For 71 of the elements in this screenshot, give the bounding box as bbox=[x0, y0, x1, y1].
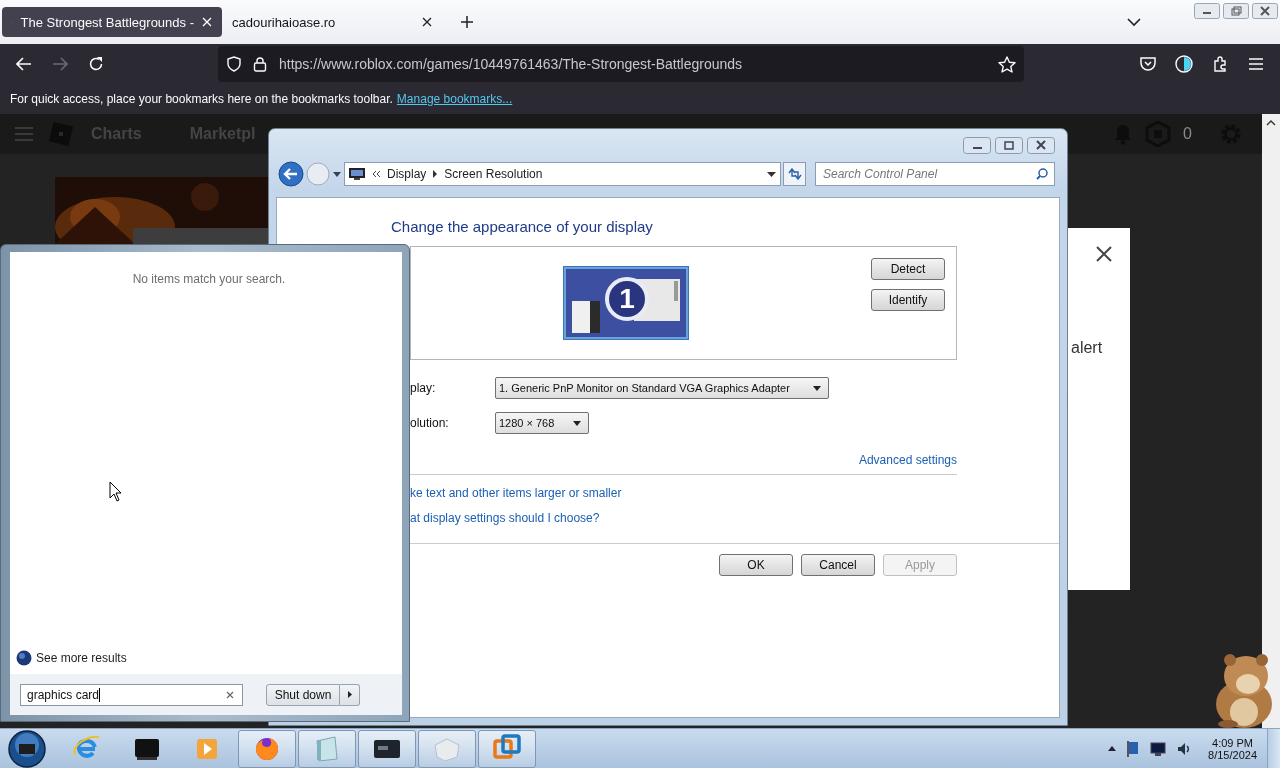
close-icon[interactable] bbox=[1252, 3, 1278, 19]
currency-count: 0 bbox=[1183, 125, 1192, 143]
empty-message: No items match your search. bbox=[131, 272, 287, 286]
triangle-right-icon bbox=[347, 691, 352, 698]
new-tab-icon[interactable] bbox=[460, 15, 474, 29]
options-arrow-button[interactable] bbox=[340, 683, 360, 706]
pocket-icon[interactable] bbox=[1140, 57, 1156, 71]
mouse-cursor-icon bbox=[109, 481, 122, 502]
lock-icon[interactable] bbox=[253, 56, 267, 72]
browser-tab[interactable]: The Strongest Battlegrounds - bbox=[2, 7, 222, 37]
clock[interactable]: 4:09 PM 8/15/2024 bbox=[1208, 736, 1257, 761]
refresh-button[interactable] bbox=[783, 162, 806, 186]
dropdown[interactable]: 1. Generic PnP Monitor on Standard VGA Graphics Adapter bbox=[495, 377, 829, 399]
scroll-up-icon[interactable] bbox=[1266, 120, 1276, 126]
search-icon bbox=[1036, 168, 1048, 180]
help-link[interactable]: at display settings should I choose? bbox=[410, 511, 600, 525]
field-label: play: bbox=[410, 381, 437, 395]
shut-down-button[interactable]: Shut down bbox=[266, 683, 340, 706]
search-field[interactable]: Search Control Panel bbox=[815, 162, 1055, 186]
reload-icon[interactable] bbox=[88, 56, 104, 72]
breadcrumb-item[interactable]: Display bbox=[387, 167, 427, 181]
help-link[interactable]: ke text and other items larger or smaller bbox=[410, 486, 622, 500]
close-icon[interactable] bbox=[422, 17, 432, 27]
dropdown[interactable]: 1280 × 768 bbox=[495, 412, 589, 434]
refresh-icon bbox=[787, 168, 802, 180]
see-more-results-link[interactable]: See more results bbox=[16, 650, 127, 666]
display-thumbnail[interactable]: 1 bbox=[563, 266, 689, 340]
star-icon[interactable] bbox=[998, 55, 1016, 73]
bookmarks-hint: For quick access, place your bookmarks here on the bookmarks toolbar. bbox=[10, 92, 393, 106]
breadcrumb-item[interactable]: Screen Resolution bbox=[444, 167, 543, 181]
address-bar[interactable]: Display Screen Resolution bbox=[344, 162, 781, 186]
globe-icon bbox=[16, 650, 32, 666]
dialog-text: alert bbox=[1071, 339, 1103, 357]
shield-icon[interactable] bbox=[227, 56, 241, 72]
forward-arrow-icon[interactable] bbox=[52, 57, 68, 71]
breadcrumb-arrow-icon bbox=[432, 170, 439, 178]
network-monitor-icon[interactable] bbox=[1150, 741, 1167, 756]
close-icon[interactable] bbox=[1096, 246, 1112, 262]
search-field[interactable]: graphics card bbox=[20, 683, 243, 706]
puzzle-icon[interactable] bbox=[1212, 56, 1228, 72]
advanced-settings-link[interactable]: Advanced settings bbox=[858, 453, 957, 467]
minimize-icon[interactable] bbox=[963, 137, 991, 154]
clear-icon[interactable] bbox=[226, 690, 234, 699]
monitor-icon bbox=[349, 168, 365, 180]
browser-tab[interactable]: cadourihaioase.ro bbox=[222, 7, 442, 37]
chevrons-icon bbox=[371, 170, 381, 178]
dropdown-arrow-icon bbox=[813, 385, 821, 391]
manage-bookmarks-link[interactable]: Manage bookmarks... bbox=[396, 92, 513, 106]
close-icon[interactable] bbox=[1027, 137, 1055, 154]
scrollbar[interactable] bbox=[1262, 114, 1280, 728]
dropdown-arrow-icon bbox=[573, 420, 581, 426]
restore-icon[interactable] bbox=[1223, 3, 1249, 19]
dialog-button[interactable]: Cancel bbox=[801, 554, 875, 576]
panel-button[interactable]: Identify bbox=[871, 289, 945, 311]
url-text: https://www.roblox.com/games/10449761463/The-Strongest-Battlegrounds bbox=[279, 56, 743, 72]
minimize-icon[interactable] bbox=[1194, 3, 1220, 19]
flag-icon[interactable] bbox=[1126, 740, 1141, 757]
half-circle-icon[interactable] bbox=[1175, 55, 1193, 73]
page-heading: Change the appearance of your display bbox=[391, 218, 654, 235]
chevron-down-icon[interactable] bbox=[1127, 17, 1141, 27]
maximize-icon[interactable] bbox=[995, 137, 1023, 154]
field-label: olution: bbox=[410, 416, 450, 430]
taskbar-button[interactable] bbox=[358, 729, 416, 768]
address-bar[interactable]: https://www.roblox.com/games/10449761463/The-Strongest-Battlegrounds bbox=[218, 46, 1024, 82]
dropdown-arrow-icon[interactable] bbox=[333, 171, 341, 177]
show-hidden-icon[interactable] bbox=[1108, 746, 1117, 751]
panel-button[interactable]: Detect bbox=[871, 258, 945, 280]
taskbar-button[interactable] bbox=[238, 729, 296, 768]
start-orb-icon[interactable] bbox=[8, 729, 46, 768]
dialog-button[interactable]: OK bbox=[719, 554, 793, 576]
dropdown-arrow-icon[interactable] bbox=[767, 171, 776, 177]
